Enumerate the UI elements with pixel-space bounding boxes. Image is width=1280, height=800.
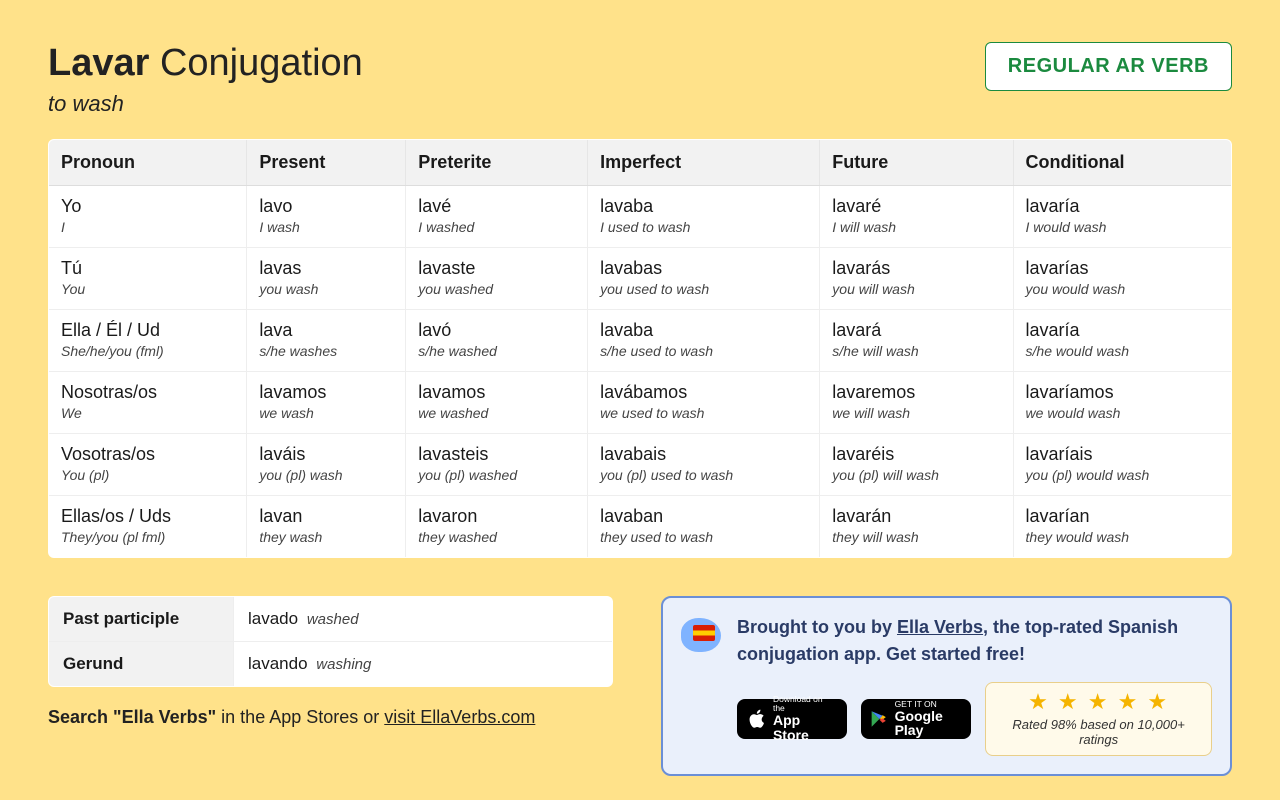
promo-box: Brought to you by Ella Verbs, the top-ra…	[661, 596, 1232, 776]
rating-text: Rated 98% based on 10,000+ ratings	[1002, 717, 1195, 747]
column-header: Present	[247, 140, 406, 186]
cell-present: lavasyou wash	[247, 248, 406, 310]
cell-future: lavaréisyou (pl) will wash	[820, 434, 1013, 496]
promo-link[interactable]: Ella Verbs	[897, 617, 983, 637]
table-row: Ella / Él / UdShe/he/you (fml)lavas/he w…	[49, 310, 1232, 372]
cell-future: lavarás/he will wash	[820, 310, 1013, 372]
cell-future: lavaremoswe will wash	[820, 372, 1013, 434]
play-icon	[871, 708, 886, 730]
visit-link[interactable]: visit EllaVerbs.com	[384, 707, 535, 727]
cell-pronoun: YoI	[49, 186, 247, 248]
cell-preterite: lavamoswe washed	[406, 372, 588, 434]
cell-preterite: lavéI washed	[406, 186, 588, 248]
column-header: Conditional	[1013, 140, 1231, 186]
cell-imperfect: lavábamoswe used to wash	[588, 372, 820, 434]
star-icons: ★ ★ ★ ★ ★	[1002, 689, 1195, 715]
table-row: TúYoulavasyou washlavasteyou washedlavab…	[49, 248, 1232, 310]
cell-conditional: lavaríamoswe would wash	[1013, 372, 1231, 434]
cell-conditional: lavaríasyou would wash	[1013, 248, 1231, 310]
cell-pronoun: Ellas/os / UdsThey/you (pl fml)	[49, 496, 247, 558]
cell-conditional: lavaríaisyou (pl) would wash	[1013, 434, 1231, 496]
past-participle-value: lavado washed	[234, 597, 613, 642]
cell-present: lavamoswe wash	[247, 372, 406, 434]
cell-present: lavoI wash	[247, 186, 406, 248]
column-header: Future	[820, 140, 1013, 186]
cell-pronoun: Ella / Él / UdShe/he/you (fml)	[49, 310, 247, 372]
cell-present: lavas/he washes	[247, 310, 406, 372]
verb-translation: to wash	[48, 91, 363, 117]
cell-conditional: lavarías/he would wash	[1013, 310, 1231, 372]
promo-text: Brought to you by Ella Verbs, the top-ra…	[737, 614, 1212, 668]
cell-future: lavarásyou will wash	[820, 248, 1013, 310]
cell-imperfect: lavabaI used to wash	[588, 186, 820, 248]
cell-imperfect: lavabasyou used to wash	[588, 248, 820, 310]
table-row: Nosotras/osWelavamoswe washlavamoswe was…	[49, 372, 1232, 434]
gerund-label: Gerund	[49, 642, 234, 687]
apple-icon	[747, 707, 765, 731]
search-hint: Search "Ella Verbs" in the App Stores or…	[48, 707, 613, 728]
cell-pronoun: Nosotras/osWe	[49, 372, 247, 434]
cell-present: laváisyou (pl) wash	[247, 434, 406, 496]
gerund-value: lavando washing	[234, 642, 613, 687]
verb-name: Lavar	[48, 42, 149, 84]
table-row: Ellas/os / UdsThey/you (pl fml)lavanthey…	[49, 496, 1232, 558]
cell-imperfect: lavabanthey used to wash	[588, 496, 820, 558]
column-header: Pronoun	[49, 140, 247, 186]
column-header: Imperfect	[588, 140, 820, 186]
title-suffix: Conjugation	[149, 42, 362, 84]
cell-present: lavanthey wash	[247, 496, 406, 558]
cell-conditional: lavaríaI would wash	[1013, 186, 1231, 248]
cell-preterite: lavaronthey washed	[406, 496, 588, 558]
conjugation-table: PronounPresentPreteriteImperfectFutureCo…	[48, 139, 1232, 558]
cell-future: lavaréI will wash	[820, 186, 1013, 248]
cell-pronoun: Vosotras/osYou (pl)	[49, 434, 247, 496]
cell-imperfect: lavabaisyou (pl) used to wash	[588, 434, 820, 496]
cell-preterite: lavasteyou washed	[406, 248, 588, 310]
cell-preterite: lavós/he washed	[406, 310, 588, 372]
cell-preterite: lavasteisyou (pl) washed	[406, 434, 588, 496]
cell-future: lavaránthey will wash	[820, 496, 1013, 558]
cell-conditional: lavaríanthey would wash	[1013, 496, 1231, 558]
page-title-block: Lavar Conjugation to wash	[48, 42, 363, 117]
cell-pronoun: TúYou	[49, 248, 247, 310]
cell-imperfect: lavabas/he used to wash	[588, 310, 820, 372]
app-store-button[interactable]: Download on the App Store	[737, 699, 847, 739]
participle-table: Past participle lavado washed Gerund lav…	[48, 596, 613, 687]
table-row: YoIlavoI washlavéI washedlavabaI used to…	[49, 186, 1232, 248]
column-header: Preterite	[406, 140, 588, 186]
page-title: Lavar Conjugation	[48, 42, 363, 85]
rating-box: ★ ★ ★ ★ ★ Rated 98% based on 10,000+ rat…	[985, 682, 1212, 756]
app-icon	[681, 614, 723, 656]
past-participle-label: Past participle	[49, 597, 234, 642]
google-play-button[interactable]: GET IT ON Google Play	[861, 699, 971, 739]
table-row: Vosotras/osYou (pl)laváisyou (pl) washla…	[49, 434, 1232, 496]
verb-type-badge: REGULAR AR VERB	[985, 42, 1232, 91]
